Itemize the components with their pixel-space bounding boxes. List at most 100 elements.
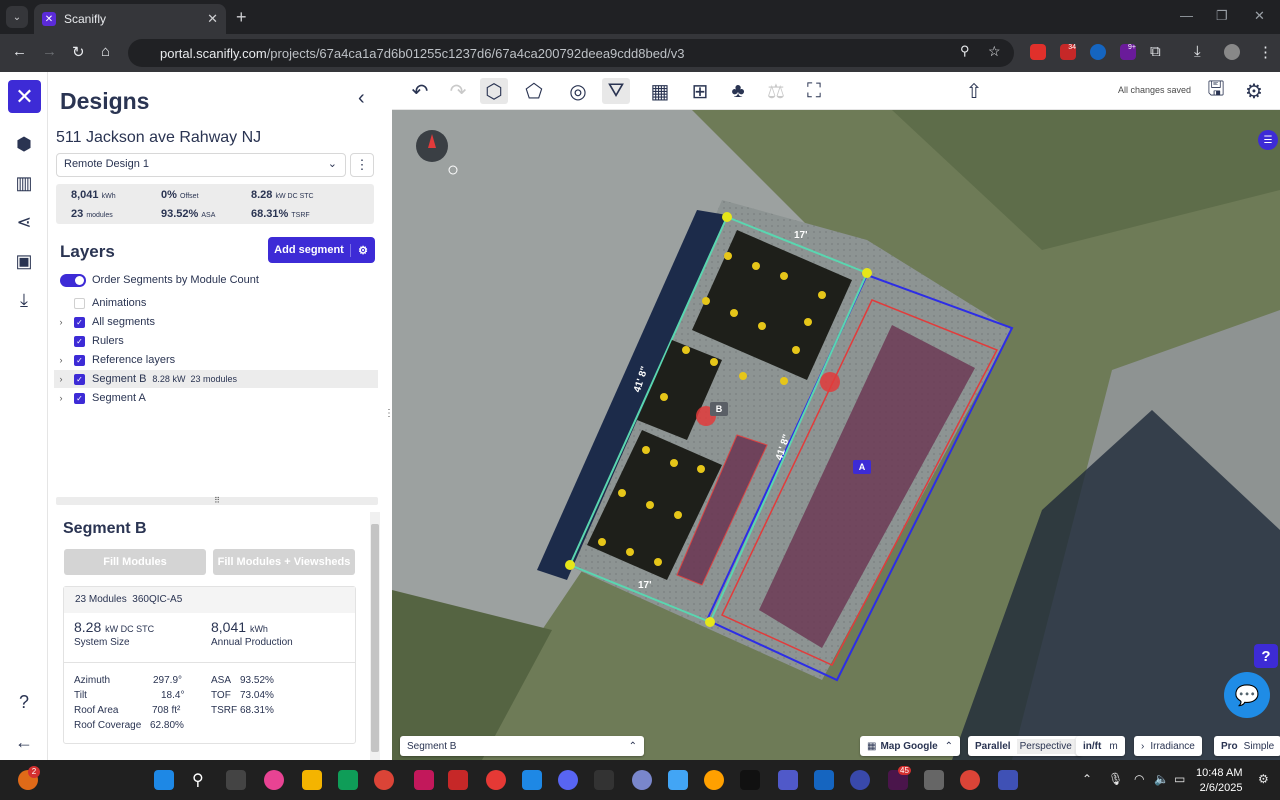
microphone-icon[interactable]: 🎙 xyxy=(1108,772,1123,786)
aerial-map[interactable] xyxy=(392,110,1280,760)
app-icon-11[interactable] xyxy=(998,770,1018,790)
browser-menu-icon[interactable]: ⋮ xyxy=(1258,43,1273,61)
gear-icon[interactable]: ⚙ xyxy=(350,243,375,257)
design-options-icon[interactable]: ⋮ xyxy=(350,153,374,177)
segment-select[interactable]: Segment B ⌃ xyxy=(400,736,644,756)
extension-icon-1[interactable] xyxy=(1030,44,1046,60)
chat-bubble-icon[interactable]: 💬 xyxy=(1224,672,1270,718)
balance-icon[interactable]: ⚖ xyxy=(762,78,790,104)
task-view-icon[interactable] xyxy=(226,770,246,790)
checkbox[interactable]: ✓ xyxy=(74,392,85,404)
modules-grid-icon[interactable]: ⊞ xyxy=(686,78,714,104)
browser-tab[interactable]: ✕ Scanifly ✕ xyxy=(34,4,226,34)
map-viewport[interactable]: 41' 8" 41' 8" 17' 17' A B ☰ ? 💬 Segment … xyxy=(392,110,1280,760)
obstruction-icon[interactable]: ◎ xyxy=(564,78,592,104)
terminal-icon[interactable] xyxy=(594,770,614,790)
mode-toggle[interactable]: Pro Simple xyxy=(1214,736,1280,756)
tray-chevron-icon[interactable]: ⌃ xyxy=(1082,772,1092,786)
scanifly-logo-icon[interactable]: ✕ xyxy=(8,80,41,113)
view-mode-toggle[interactable]: Parallel Perspective xyxy=(968,736,1082,756)
app-icon-9[interactable] xyxy=(850,770,870,790)
shade-tree-icon[interactable]: ♣ xyxy=(724,78,752,104)
layer-segment-b[interactable]: › ✓ Segment B 8.28 kW 23 modules xyxy=(54,370,378,388)
checkbox[interactable] xyxy=(74,297,85,309)
reload-icon[interactable]: ↻ xyxy=(72,43,85,61)
module-placement-icon[interactable]: ⛛ xyxy=(602,78,630,104)
profile-avatar[interactable] xyxy=(1224,44,1240,60)
url-field[interactable]: portal.scanifly.com/projects/67a4ca1a7d6… xyxy=(128,39,1014,67)
back-arrow-icon[interactable]: ← xyxy=(12,730,36,754)
view-parallel[interactable]: Parallel xyxy=(975,741,1011,752)
layer-order-toggle[interactable]: Order Segments by Module Count xyxy=(54,271,378,289)
map-source-select[interactable]: ▦ Map Google ⌃ xyxy=(860,736,960,756)
copilot-icon[interactable] xyxy=(264,770,284,790)
app-icon-6[interactable] xyxy=(704,770,724,790)
draw-polygon-icon[interactable]: ⬠ xyxy=(520,78,548,104)
toggle-switch[interactable] xyxy=(60,273,86,287)
app-icon-4[interactable] xyxy=(632,770,652,790)
segment-a-tag[interactable]: A xyxy=(853,460,871,474)
app-icon-10[interactable] xyxy=(924,770,944,790)
unit-inft[interactable]: in/ft xyxy=(1083,741,1101,752)
home-icon[interactable]: ⌂ xyxy=(101,43,110,60)
mode-simple[interactable]: Simple xyxy=(1244,741,1275,752)
extension-icon-3[interactable] xyxy=(1090,44,1106,60)
bar-chart-icon[interactable]: ▥ xyxy=(12,171,36,195)
layer-reference[interactable]: › ✓ Reference layers xyxy=(54,351,378,369)
add-segment-button[interactable]: Add segment ⚙ xyxy=(268,237,375,263)
resize-handle[interactable]: ⠿ xyxy=(56,497,378,505)
collapse-panel-icon[interactable]: ‹ xyxy=(358,87,365,110)
file-explorer-icon[interactable] xyxy=(302,770,322,790)
restore-icon[interactable]: ❐ xyxy=(1216,8,1228,24)
view-perspective[interactable]: Perspective xyxy=(1016,738,1075,754)
app-icon-2[interactable] xyxy=(486,770,506,790)
checkbox[interactable]: ✓ xyxy=(74,335,85,347)
new-tab-icon[interactable]: + xyxy=(236,7,247,28)
app-icon[interactable] xyxy=(414,770,434,790)
3d-view-icon[interactable]: ⬡ xyxy=(480,78,508,104)
image-gallery-icon[interactable]: ▣ xyxy=(12,249,36,273)
obstruction-marker[interactable] xyxy=(820,372,840,392)
screenshot-icon[interactable]: ⛶ xyxy=(800,78,828,104)
pdf-icon[interactable] xyxy=(448,770,468,790)
chrome-icon-2[interactable] xyxy=(960,770,980,790)
clock[interactable]: 10:48 AM 2/6/2025 xyxy=(1196,766,1242,796)
checkbox[interactable]: ✓ xyxy=(74,354,85,366)
search-icon[interactable]: ⚲ xyxy=(192,770,212,790)
notifications-icon[interactable]: ⚙ xyxy=(1258,772,1269,786)
forward-icon[interactable]: → xyxy=(42,43,57,60)
store-icon[interactable] xyxy=(338,770,358,790)
chrome-icon[interactable] xyxy=(374,770,394,790)
fill-modules-viewsheds-button[interactable]: Fill Modules + Viewsheds xyxy=(213,549,355,575)
expand-caret-icon[interactable]: › xyxy=(54,374,68,384)
layer-animations[interactable]: Animations xyxy=(54,294,378,312)
extensions-puzzle-icon[interactable]: ⧉ xyxy=(1150,43,1161,60)
checkbox[interactable]: ✓ xyxy=(74,316,85,328)
unit-m[interactable]: m xyxy=(1109,741,1117,752)
download-icon[interactable]: ⤓ xyxy=(1194,43,1201,60)
redo-icon[interactable]: ↷ xyxy=(444,78,472,104)
volume-icon[interactable]: 🔈 xyxy=(1154,772,1169,786)
undo-icon[interactable]: ↶ xyxy=(406,78,434,104)
panel-scrollbar[interactable] xyxy=(370,512,380,760)
app-icon-8[interactable] xyxy=(814,770,834,790)
battery-icon[interactable]: ▭ xyxy=(1174,772,1185,786)
help-circle-icon[interactable]: ? xyxy=(12,690,36,714)
wifi-icon[interactable]: ◠ xyxy=(1134,772,1144,786)
fill-modules-button[interactable]: Fill Modules xyxy=(64,549,206,575)
discord-icon[interactable] xyxy=(558,770,578,790)
menu-list-icon[interactable]: ☰ xyxy=(1258,130,1278,150)
app-icon-7[interactable] xyxy=(740,770,760,790)
extension-icon-2[interactable]: 34 xyxy=(1060,44,1076,60)
share-icon[interactable]: ⋖ xyxy=(12,210,36,234)
zoom-icon[interactable]: ⚲ xyxy=(960,43,970,59)
save-icon[interactable]: 🖫 xyxy=(1202,78,1230,104)
close-window-icon[interactable]: ✕ xyxy=(1254,8,1265,24)
close-tab-icon[interactable]: ✕ xyxy=(207,11,218,27)
back-icon[interactable]: ← xyxy=(12,43,27,60)
extension-icon-4[interactable]: 9+ xyxy=(1120,44,1136,60)
expand-caret-icon[interactable]: › xyxy=(54,317,68,327)
bookmark-star-icon[interactable]: ☆ xyxy=(988,43,1001,60)
design-select[interactable]: Remote Design 1 ⌄ xyxy=(56,153,346,177)
unit-toggle[interactable]: in/ft m xyxy=(1076,736,1125,756)
